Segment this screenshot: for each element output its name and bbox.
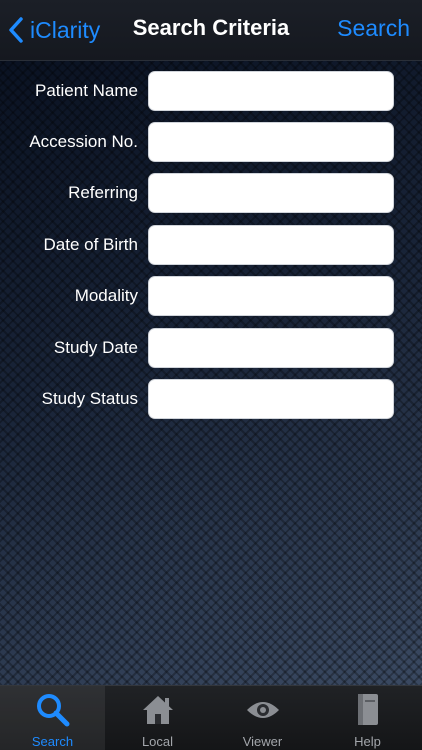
form-row-study-status: Study Status (0, 379, 422, 421)
accession-no-input[interactable] (148, 122, 394, 162)
app-screen: iClarity Search Criteria Search Patient … (0, 0, 422, 750)
accession-no-label: Accession No. (29, 132, 138, 151)
eye-icon (244, 692, 282, 728)
tab-local-label: Local (141, 734, 174, 749)
study-status-input[interactable] (148, 379, 394, 419)
date-of-birth-input[interactable] (148, 225, 394, 265)
patient-name-input[interactable] (148, 71, 394, 111)
form-row-modality: Modality (0, 276, 422, 318)
tab-search-label: Search (31, 734, 74, 749)
home-icon (139, 692, 177, 728)
patient-name-label: Patient Name (35, 81, 138, 100)
referring-input[interactable] (148, 173, 394, 213)
tab-viewer[interactable]: Viewer (210, 686, 315, 750)
modality-input[interactable] (148, 276, 394, 316)
search-icon (34, 692, 72, 728)
study-date-input[interactable] (148, 328, 394, 368)
tab-search[interactable]: Search (0, 686, 105, 750)
book-icon (349, 692, 387, 728)
page-title: Search Criteria (132, 15, 290, 40)
tab-help[interactable]: Help (315, 686, 420, 750)
form-row-patient-name: Patient Name (0, 71, 422, 113)
form-row-referring: Referring (0, 173, 422, 215)
tab-bar: Search Local Viewer Help (0, 685, 422, 750)
form-row-accession-no: Accession No. (0, 122, 422, 164)
back-button-label: iClarity (30, 16, 101, 43)
search-button[interactable]: Search (337, 15, 410, 42)
form-row-study-date: Study Date (0, 328, 422, 370)
study-date-label: Study Date (53, 338, 138, 357)
back-button[interactable]: iClarity (8, 12, 100, 48)
modality-label: Modality (74, 286, 138, 305)
form-row-date-of-birth: Date of Birth (0, 225, 422, 267)
search-form: Patient Name Accession No. Referring Dat… (0, 61, 422, 685)
referring-label: Referring (68, 183, 138, 202)
navigation-bar: iClarity Search Criteria Search (0, 0, 422, 61)
tab-viewer-label: Viewer (242, 734, 283, 749)
tab-help-label: Help (354, 734, 381, 749)
chevron-left-icon (8, 16, 24, 44)
tab-local[interactable]: Local (105, 686, 210, 750)
study-status-label: Study Status (41, 389, 138, 408)
date-of-birth-label: Date of Birth (43, 235, 139, 254)
